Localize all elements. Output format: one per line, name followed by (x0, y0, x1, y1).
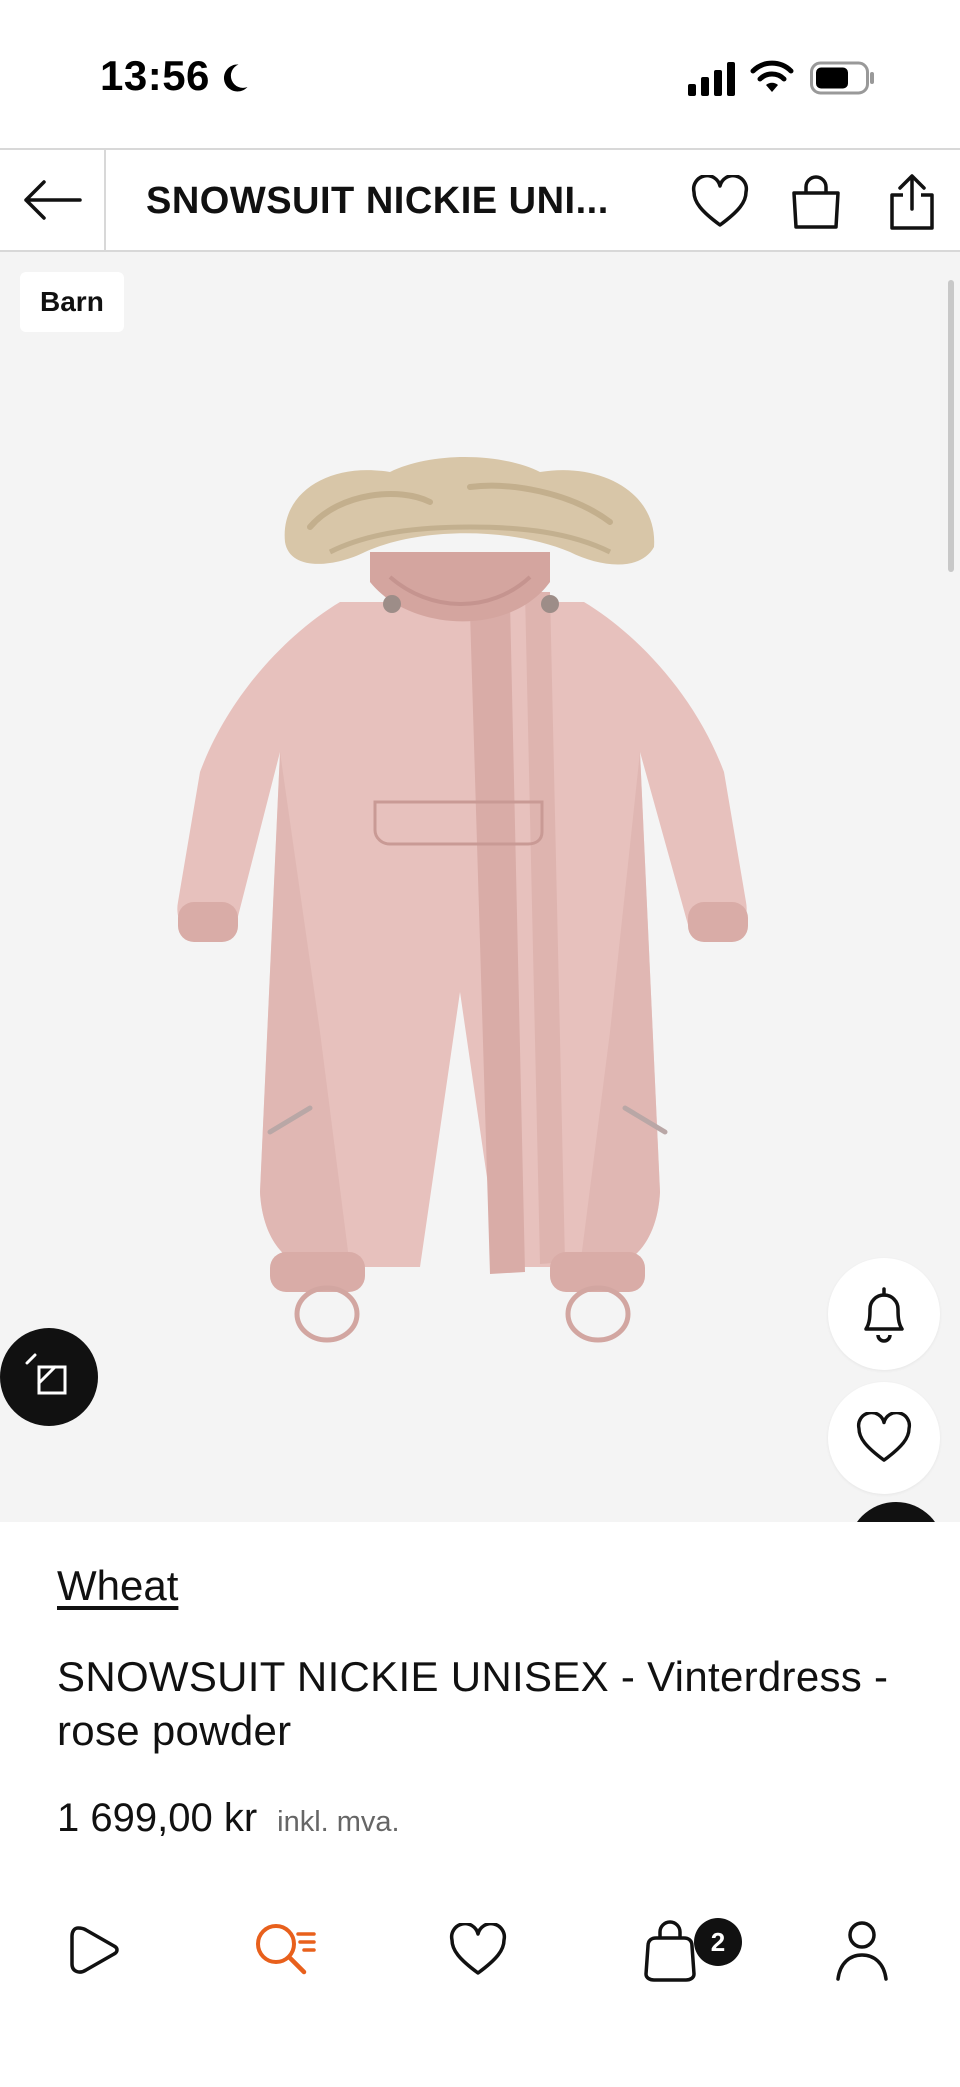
back-button[interactable] (0, 150, 106, 250)
wifi-icon (750, 60, 794, 92)
moon-icon (223, 64, 248, 92)
brand-link[interactable]: Wheat (57, 1562, 178, 1610)
product-price: 1 699,00 kr (57, 1796, 258, 1840)
heart-icon (691, 175, 749, 227)
heart-icon (449, 1923, 507, 1975)
price-row: 1 699,00 kr inkl. mva. (57, 1796, 400, 1841)
bottom-navigation: 2 (0, 1890, 960, 2010)
search-icon (256, 1924, 316, 1975)
status-time: 13:56 (100, 52, 210, 99)
shopping-bag-icon (792, 175, 840, 229)
signal-icon (688, 62, 735, 96)
snowsuit-product-image (177, 457, 748, 1343)
more-button[interactable] (848, 1502, 944, 1522)
status-bar: 13:56 (0, 0, 960, 148)
share-icon (890, 174, 934, 230)
shopping-bag-button[interactable] (786, 172, 846, 232)
nav-wishlist[interactable] (438, 1910, 518, 1990)
page-title: SNOWSUIT NICKIE UNI... (146, 180, 609, 222)
profile-icon (836, 1921, 888, 1981)
product-image-carousel[interactable]: Barn (0, 252, 960, 1522)
product-title: SNOWSUIT NICKIE UNISEX - Vinterdress - r… (57, 1653, 889, 1754)
top-navigation-bar: SNOWSUIT NICKIE UNI... (0, 148, 960, 252)
image-scroll-indicator (948, 280, 954, 572)
visual-search-icon (25, 1353, 67, 1395)
nav-discover[interactable] (54, 1910, 134, 1990)
play-icon (70, 1926, 119, 1974)
cart-count-badge: 2 (694, 1918, 742, 1966)
share-button[interactable] (882, 172, 942, 232)
visual-search-button[interactable] (0, 1328, 98, 1426)
bell-icon (864, 1287, 904, 1343)
wishlist-button[interactable] (690, 172, 750, 232)
category-badge: Barn (20, 272, 124, 332)
vat-note: inkl. mva. (277, 1806, 400, 1838)
favorite-button[interactable] (828, 1382, 940, 1494)
back-arrow-icon (24, 180, 82, 220)
bag-icon (644, 1920, 696, 1982)
nav-search[interactable] (244, 1910, 324, 1990)
heart-icon (856, 1412, 912, 1462)
battery-icon (810, 61, 874, 95)
nav-profile[interactable] (822, 1910, 902, 1990)
notify-button[interactable] (828, 1258, 940, 1370)
